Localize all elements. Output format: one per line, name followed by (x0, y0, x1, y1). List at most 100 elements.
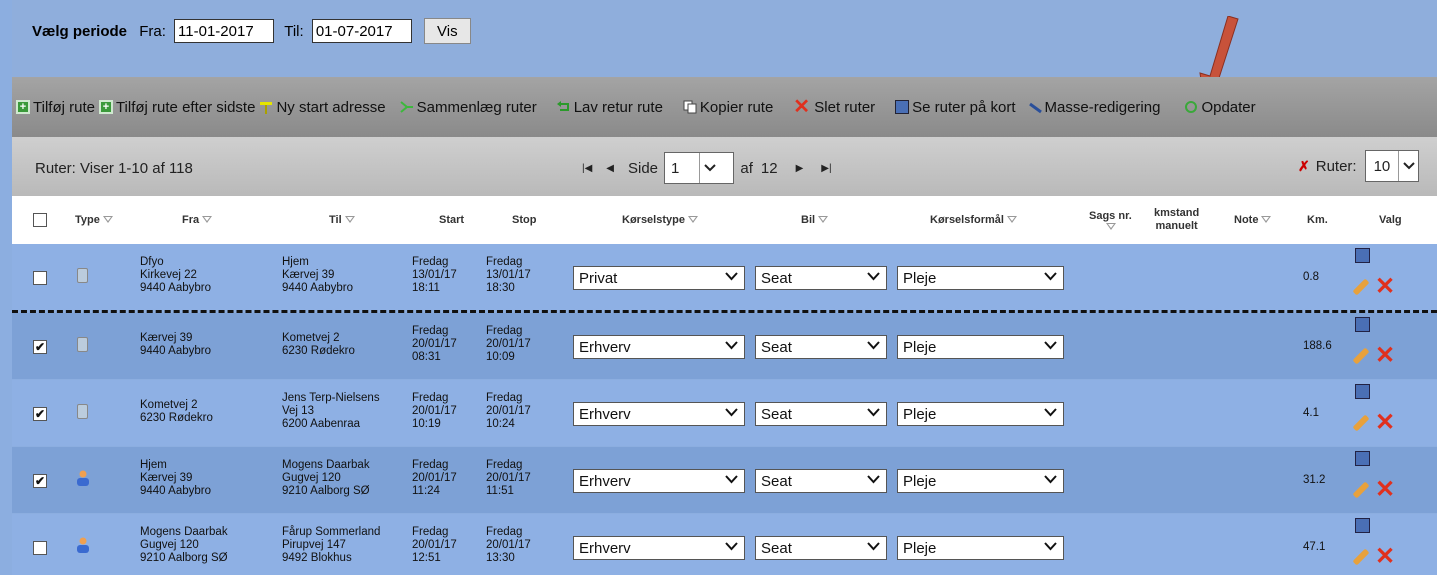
map-icon[interactable] (1355, 384, 1370, 399)
col-to[interactable]: Til (329, 196, 355, 244)
prev-page-icon[interactable]: ◀ (606, 163, 614, 174)
purpose-select[interactable]: Pleje (897, 335, 1064, 359)
page-select[interactable]: 1 (664, 152, 735, 184)
row-checkbox[interactable] (33, 541, 47, 555)
edit-pencil-icon[interactable] (1352, 548, 1370, 566)
delete-icon[interactable]: ✕ (1375, 344, 1395, 368)
col-purpose[interactable]: Kørselsformål (930, 196, 1017, 244)
clear-filter-icon[interactable]: ✗ (1298, 158, 1310, 175)
select-all-checkbox[interactable] (33, 196, 47, 244)
add-route-after-last-button[interactable]: + Tilføj rute efter sidste (98, 99, 255, 116)
route-from: Dfyo Kirkevej 22 9440 Aabybro (140, 256, 211, 294)
from-label: Fra: (139, 22, 166, 40)
car-select[interactable]: Seat (755, 469, 887, 493)
row-separator (12, 310, 1437, 313)
edit-pencil-icon[interactable] (1352, 347, 1370, 365)
car-select[interactable]: Seat (755, 536, 887, 560)
of-label: af (740, 159, 753, 177)
drive-type-select[interactable]: Erhverv (573, 469, 745, 493)
car-select[interactable]: Seat (755, 266, 887, 290)
col-note[interactable]: Note (1234, 196, 1272, 244)
refresh-icon (1185, 101, 1198, 113)
car-select[interactable]: Seat (755, 402, 887, 426)
map-icon[interactable] (1355, 518, 1370, 533)
filter-icon[interactable] (1261, 216, 1272, 224)
app-window: Vælg periode Fra: Til: Vis + Tilføj rute… (0, 0, 1437, 575)
to-label: Til: (284, 22, 304, 40)
rows-value: 10 (1373, 157, 1391, 175)
mass-edit-button[interactable]: Masse-redigering (1028, 99, 1160, 116)
delete-icon[interactable]: ✕ (1375, 275, 1395, 299)
col-km: Km. (1307, 214, 1328, 226)
filter-icon[interactable] (102, 216, 113, 224)
last-page-icon[interactable]: ▶| (821, 163, 831, 174)
copy-route-label: Kopier rute (699, 98, 774, 116)
delete-icon[interactable]: ✕ (1375, 545, 1395, 569)
col-case-nr[interactable]: Sags nr. (1089, 196, 1132, 244)
purpose-select[interactable]: Pleje (897, 536, 1064, 560)
route-stop: Fredag 20/01/17 10:09 (486, 325, 531, 363)
table-header: Type Fra Til Start Stop Kørselstype Bil … (12, 196, 1437, 244)
filter-icon[interactable] (687, 216, 698, 224)
route-type-icon (77, 268, 88, 283)
purpose-select[interactable]: Pleje (897, 266, 1064, 290)
col-car[interactable]: Bil (801, 196, 829, 244)
map-icon[interactable] (1355, 317, 1370, 332)
routes-on-map-button[interactable]: Se ruter på kort (895, 98, 1016, 116)
row-checkbox[interactable]: ✔ (33, 474, 47, 488)
drive-type-select[interactable]: Erhverv (573, 402, 745, 426)
refresh-button[interactable]: Opdater (1184, 99, 1256, 116)
row-checkbox[interactable]: ✔ (33, 407, 47, 421)
first-page-icon[interactable]: |◀ (582, 163, 592, 174)
purpose-select[interactable]: Pleje (897, 469, 1064, 493)
filter-icon[interactable] (1006, 216, 1017, 224)
drive-type-select[interactable]: Erhverv (573, 335, 745, 359)
col-choice: Valg (1379, 214, 1402, 226)
delete-icon[interactable]: ✕ (1375, 478, 1395, 502)
table-row: ✔ Kometvej 2 6230 Rødekro Jens Terp-Nielsen… (12, 380, 1437, 446)
drive-type-select[interactable]: Erhverv (573, 536, 745, 560)
col-type[interactable]: Type (75, 196, 113, 244)
col-stop: Stop (512, 214, 537, 226)
delete-icon[interactable]: ✕ (1375, 411, 1395, 435)
merge-routes-button[interactable]: Sammenlæg ruter (400, 99, 537, 116)
col-drive-type[interactable]: Kørselstype (622, 196, 698, 244)
filter-icon[interactable] (818, 216, 829, 224)
route-to: Kometvej 2 6230 Rødekro (282, 332, 355, 357)
col-from[interactable]: Fra (182, 196, 213, 244)
pager-bar: Ruter: Viser 1-10 af 118 |◀ ◀ Side 1 af … (12, 137, 1437, 196)
add-icon: + (98, 100, 113, 114)
edit-pencil-icon[interactable] (1352, 278, 1370, 296)
delete-routes-label: Slet ruter (814, 98, 876, 116)
row-checkbox[interactable] (33, 271, 47, 285)
new-start-address-button[interactable]: Ny start adresse (259, 99, 386, 116)
purpose-select[interactable]: Pleje (897, 402, 1064, 426)
add-route-button[interactable]: + Tilføj rute (16, 99, 95, 116)
route-start: Fredag 20/01/17 10:19 (412, 392, 457, 430)
map-icon[interactable] (1355, 451, 1370, 466)
filter-icon[interactable] (1105, 222, 1116, 231)
route-to: Hjem Kærvej 39 9440 Aabybro (282, 256, 353, 294)
show-button[interactable]: Vis (424, 18, 471, 44)
to-date-input[interactable] (311, 19, 412, 43)
car-select[interactable]: Seat (755, 335, 887, 359)
row-checkbox[interactable]: ✔ (33, 340, 47, 354)
delete-routes-button[interactable]: ✕ Slet ruter (793, 97, 876, 117)
rows-select[interactable]: 10 (1364, 150, 1420, 182)
filter-icon[interactable] (202, 216, 213, 224)
return-route-button[interactable]: Lav retur rute (556, 99, 663, 116)
drive-type-select[interactable]: Privat (573, 266, 745, 290)
route-type-icon (77, 337, 88, 352)
copy-route-button[interactable]: Kopier rute (683, 99, 773, 116)
person-icon (76, 470, 90, 486)
edit-pencil-icon[interactable] (1352, 414, 1370, 432)
map-icon[interactable] (1355, 248, 1370, 263)
edit-pencil-icon[interactable] (1352, 481, 1370, 499)
copy-icon (683, 100, 697, 114)
from-date-input[interactable] (174, 19, 275, 43)
route-from: Hjem Kærvej 39 9440 Aabybro (140, 459, 211, 497)
filter-icon[interactable] (344, 216, 355, 224)
routes-on-map-label: Se ruter på kort (912, 98, 1016, 116)
map-icon (895, 100, 910, 114)
next-page-icon[interactable]: ▶ (796, 163, 804, 174)
